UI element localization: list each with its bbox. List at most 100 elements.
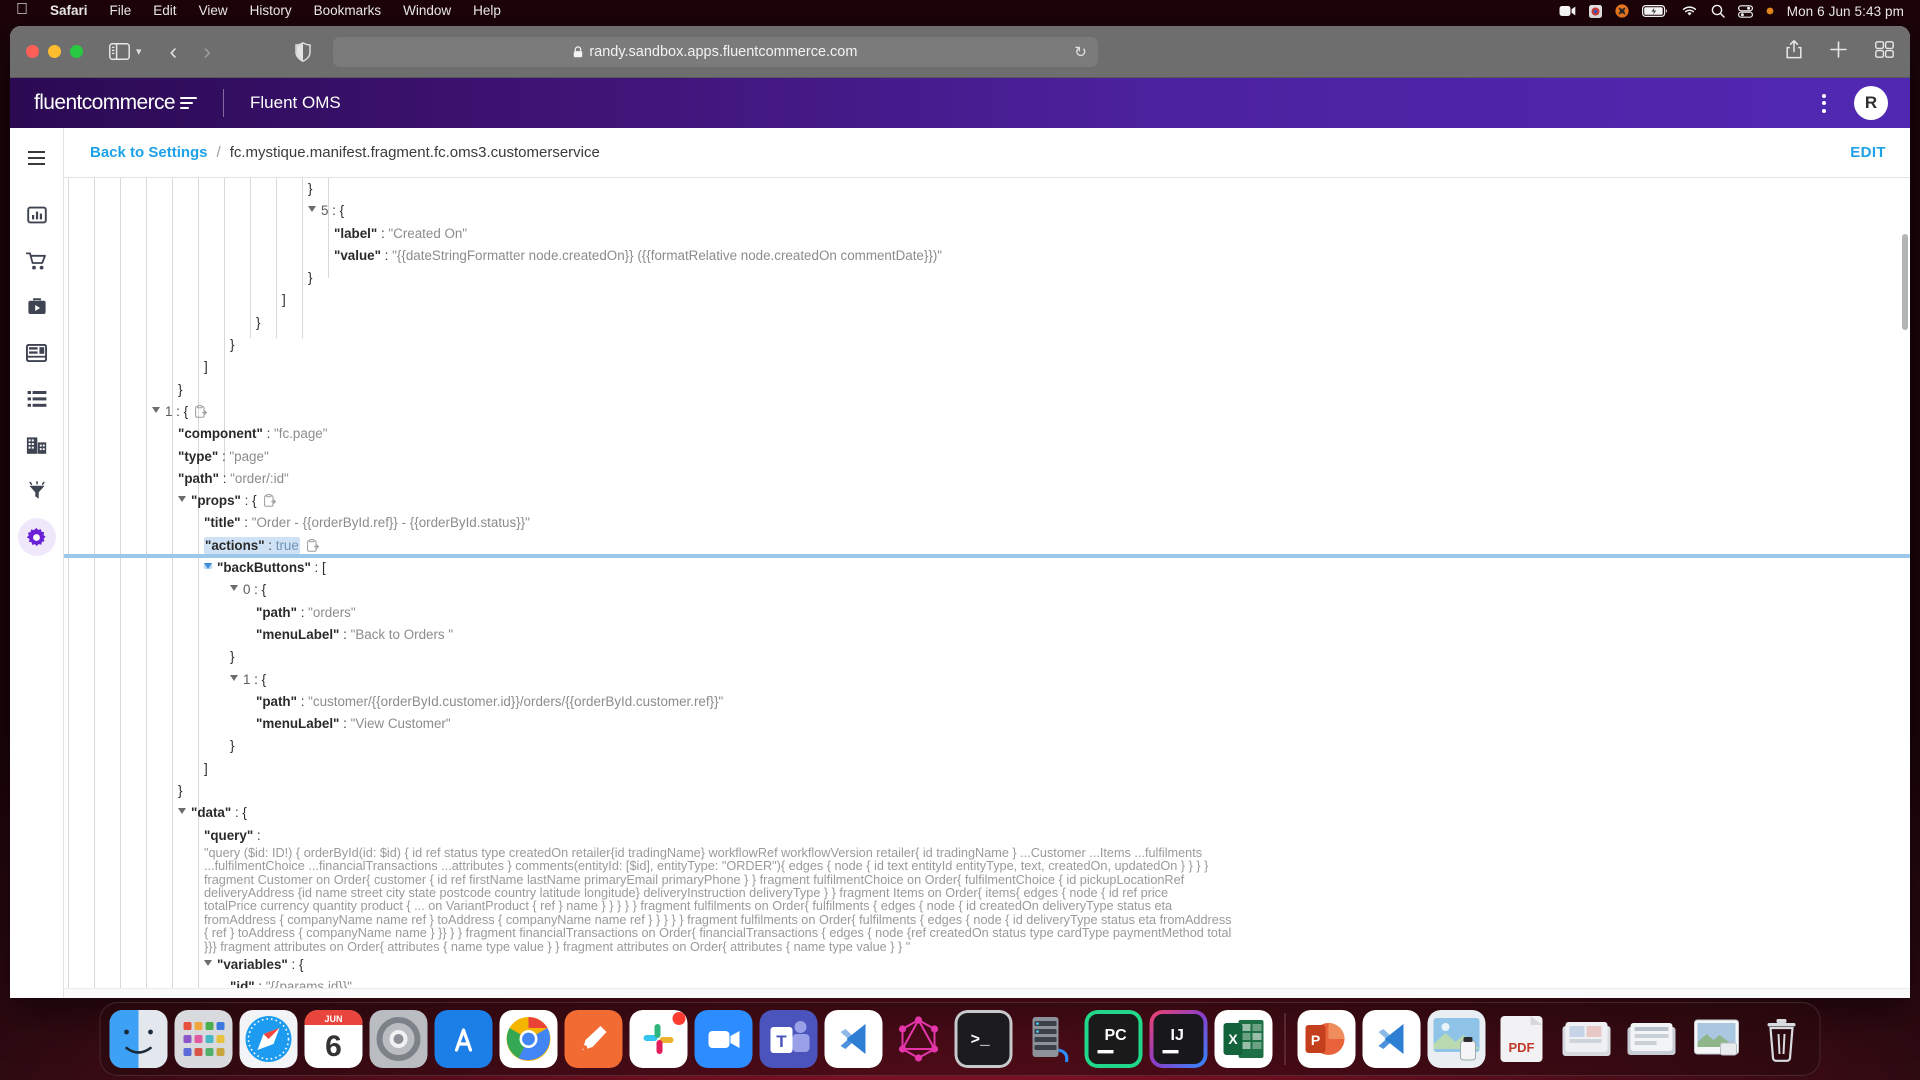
json-row[interactable]: }	[64, 780, 1910, 802]
copy-path-icon[interactable]	[195, 403, 207, 425]
vertical-scrollbar[interactable]	[1902, 234, 1908, 330]
search-icon[interactable]	[1711, 4, 1725, 18]
dock-item-intellij-idea[interactable]: IJ	[1150, 1010, 1208, 1068]
menu-bookmarks[interactable]: Bookmarks	[303, 0, 393, 22]
dock-item-preview-image[interactable]	[1428, 1010, 1486, 1068]
menu-history[interactable]: History	[239, 0, 303, 22]
minimize-button[interactable]	[48, 45, 61, 58]
close-button[interactable]	[26, 45, 39, 58]
sidebar-toggle-icon[interactable]	[109, 43, 130, 60]
dock-item-trash[interactable]	[1753, 1010, 1811, 1068]
json-row[interactable]: 0 : {	[64, 579, 1910, 601]
dock-item-finder[interactable]	[110, 1010, 168, 1068]
sidebar-item-fulfilments[interactable]	[18, 334, 56, 372]
dock-item-launchpad[interactable]	[175, 1010, 233, 1068]
json-viewer-scroll[interactable]: }5 : {"label" : "Created On""value" : "{…	[64, 178, 1910, 998]
json-row[interactable]: "label" : "Created On"	[64, 223, 1910, 245]
json-row[interactable]: "menuLabel" : "Back to Orders "	[64, 624, 1910, 646]
json-row[interactable]: "menuLabel" : "View Customer"	[64, 713, 1910, 735]
json-row[interactable]: ]	[64, 289, 1910, 311]
back-to-settings-link[interactable]: Back to Settings	[90, 144, 208, 161]
dock-item-google-chrome[interactable]	[500, 1010, 558, 1068]
antivirus-icon[interactable]	[1615, 4, 1629, 18]
expand-collapse-triangle[interactable]	[308, 206, 316, 212]
json-row[interactable]: }	[64, 334, 1910, 356]
expand-collapse-triangle[interactable]	[230, 675, 238, 681]
json-row[interactable]: ]	[64, 758, 1910, 780]
dock-item-visual-studio-code[interactable]	[825, 1010, 883, 1068]
more-options-icon[interactable]	[1816, 90, 1832, 117]
dock-item-terminal[interactable]: >_	[955, 1010, 1013, 1068]
avatar[interactable]: R	[1854, 86, 1888, 120]
forward-button[interactable]: ›	[203, 40, 211, 63]
back-button[interactable]: ‹	[170, 40, 178, 63]
sidebar-item-locations[interactable]	[18, 426, 56, 464]
menu-file[interactable]: File	[99, 0, 143, 22]
json-row[interactable]: "title" : "Order - {{orderById.ref}} - {…	[64, 512, 1910, 534]
sidebar-item-reports[interactable]	[18, 196, 56, 234]
edit-button[interactable]: EDIT	[1850, 144, 1886, 161]
json-row[interactable]: }	[64, 646, 1910, 668]
json-row[interactable]: "backButtons" : [	[64, 557, 1910, 579]
json-row[interactable]: "component" : "fc.page"	[64, 423, 1910, 445]
expand-collapse-triangle[interactable]	[152, 407, 160, 413]
json-row[interactable]: 1 : {	[64, 669, 1910, 691]
dock-item-pdf-document[interactable]: PDF	[1493, 1010, 1551, 1068]
dock-item-safari[interactable]	[240, 1010, 298, 1068]
dock-item-slack[interactable]	[630, 1010, 688, 1068]
expand-collapse-triangle[interactable]	[204, 563, 212, 569]
expand-collapse-triangle[interactable]	[204, 960, 212, 966]
sidebar-item-orders[interactable]	[18, 242, 56, 280]
menu-help[interactable]: Help	[462, 0, 512, 22]
display-color-icon[interactable]	[1589, 5, 1602, 18]
share-icon[interactable]	[1786, 40, 1802, 64]
dock-item-system-preferences[interactable]	[370, 1010, 428, 1068]
dock-item-microsoft-powerpoint[interactable]: P	[1298, 1010, 1356, 1068]
privacy-shield-icon[interactable]	[295, 42, 311, 62]
dock-item-graphql-playground[interactable]	[890, 1010, 948, 1068]
sidebar-item-inventory[interactable]	[18, 288, 56, 326]
json-row[interactable]: 5 : {	[64, 200, 1910, 222]
sidebar-item-rules[interactable]	[18, 472, 56, 510]
json-row[interactable]: ]	[64, 356, 1910, 378]
dock-item-documents-stack[interactable]	[1623, 1010, 1681, 1068]
json-row[interactable]: "props" : {	[64, 490, 1910, 512]
dock-item-calendar[interactable]: JUN6	[305, 1010, 363, 1068]
menu-icon[interactable]	[10, 138, 64, 178]
json-row[interactable]: }	[64, 379, 1910, 401]
json-row[interactable]: }	[64, 178, 1910, 200]
dock-item-screenshot-file[interactable]	[1688, 1010, 1746, 1068]
json-row[interactable]: "path" : "orders"	[64, 602, 1910, 624]
json-row[interactable]: "data" : {	[64, 802, 1910, 824]
apple-menu-icon[interactable]: 	[10, 0, 39, 23]
json-row[interactable]: "path" : "customer/{{orderById.customer.…	[64, 691, 1910, 713]
dock-item-pycharm[interactable]: PC	[1085, 1010, 1143, 1068]
dock-item-microsoft-excel[interactable]: X	[1215, 1010, 1273, 1068]
chevron-down-icon[interactable]: ▾	[136, 45, 142, 58]
dock-item-postman[interactable]	[565, 1010, 623, 1068]
dock-item-microsoft-teams[interactable]: T	[760, 1010, 818, 1068]
menu-edit[interactable]: Edit	[142, 0, 187, 22]
fluentcommerce-logo[interactable]: fluentcommerce	[34, 91, 197, 115]
control-center-icon[interactable]	[1738, 5, 1753, 18]
dock-item-server-tool[interactable]	[1020, 1010, 1078, 1068]
json-row[interactable]: "query" :	[64, 825, 1910, 847]
window-controls[interactable]	[26, 45, 83, 58]
new-tab-button[interactable]	[1830, 41, 1847, 63]
dock-item-vscode-insiders[interactable]	[1363, 1010, 1421, 1068]
json-row[interactable]: "variables" : {	[64, 954, 1910, 976]
menu-view[interactable]: View	[188, 0, 239, 22]
reload-button[interactable]: ↻	[1074, 43, 1087, 61]
battery-charging-icon[interactable]	[1642, 5, 1668, 17]
menu-window[interactable]: Window	[392, 0, 462, 22]
json-row[interactable]: "type" : "page"	[64, 446, 1910, 468]
json-row[interactable]: 1 : {	[64, 401, 1910, 423]
expand-collapse-triangle[interactable]	[178, 808, 186, 814]
expand-collapse-triangle[interactable]	[178, 496, 186, 502]
maximize-button[interactable]	[70, 45, 83, 58]
sidebar-item-settings[interactable]	[18, 518, 56, 556]
wifi-icon[interactable]	[1681, 5, 1698, 17]
json-row[interactable]: "value" : "{{dateStringFormatter node.cr…	[64, 245, 1910, 267]
dock-item-downloads-stack[interactable]	[1558, 1010, 1616, 1068]
screen-recording-icon[interactable]	[1559, 5, 1576, 17]
